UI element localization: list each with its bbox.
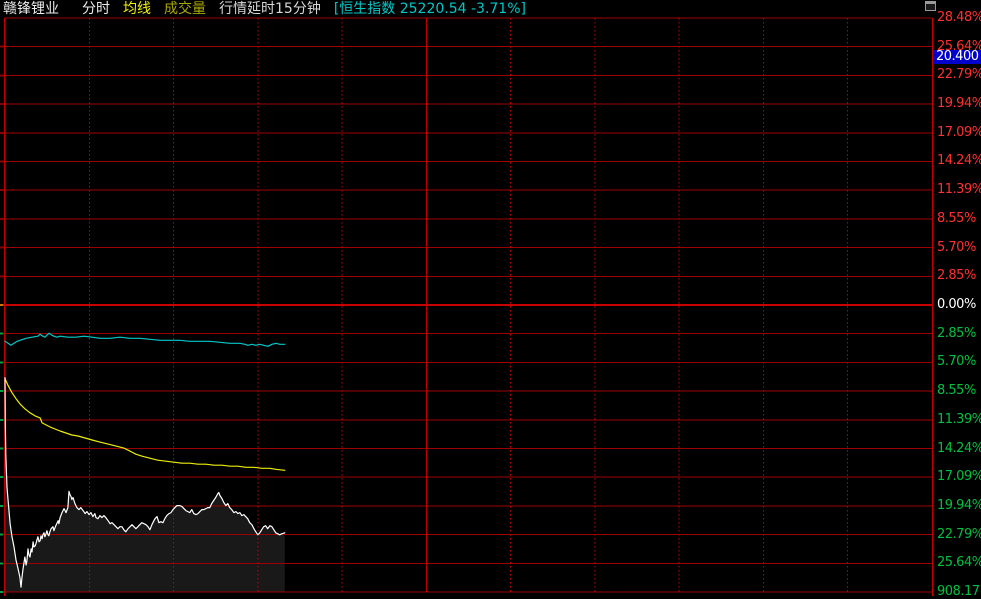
percent-axis-label: 8.55%	[937, 212, 981, 226]
percent-axis-label: 22.79%	[937, 528, 981, 542]
percent-axis-label: 19.94%	[937, 499, 981, 513]
percent-axis-label: 25.64%	[937, 556, 981, 570]
hang-seng-index-ticker[interactable]: [恒生指数 25220.54 -3.71%]	[334, 0, 526, 18]
percent-axis-label: 11.39%	[937, 413, 981, 427]
percent-axis-label: 8.55%	[937, 384, 981, 398]
percent-axis-label: 0.00%	[937, 298, 981, 312]
tab-fenshi[interactable]: 分时	[82, 0, 110, 18]
percent-axis-label: 14.24%	[937, 442, 981, 456]
label-delay-notice: 行情延时15分钟	[219, 0, 321, 18]
percent-axis-label: 22.79%	[937, 68, 981, 82]
percent-axis-label: 11.39%	[937, 183, 981, 197]
percent-axis-label: 17.09%	[937, 470, 981, 484]
right-percent-axis: 28.48% 25.64% 22.79% 19.94% 17.09% 14.24% 11.3…	[0, 0, 981, 596]
stock-name: 赣锋锂业	[3, 0, 59, 18]
cursor-price-tag: 20.400	[934, 50, 981, 64]
tab-chengjiaoliang[interactable]: 成交量	[164, 0, 206, 18]
percent-axis-label: 2.85%	[937, 269, 981, 283]
title-bar: 赣锋锂业 分时均线成交量行情延时15分钟 [恒生指数 25220.54 -3.71…	[3, 0, 526, 18]
percent-axis-label: 5.70%	[937, 241, 981, 255]
percent-axis-label: 2.85%	[937, 327, 981, 341]
trading-app-window: { "title_bar": { "stock_name": "赣锋锂业", "…	[0, 0, 981, 596]
percent-axis-label: 14.24%	[937, 154, 981, 168]
percent-axis-label: 28.48%	[937, 11, 981, 25]
percent-axis-label: 5.70%	[937, 355, 981, 369]
percent-axis-label: 19.94%	[937, 97, 981, 111]
percent-axis-label: 17.09%	[937, 126, 981, 140]
window-icon[interactable]	[925, 1, 936, 11]
volume-axis-value: 908.17	[937, 585, 981, 599]
tab-junxian[interactable]: 均线	[123, 0, 151, 18]
